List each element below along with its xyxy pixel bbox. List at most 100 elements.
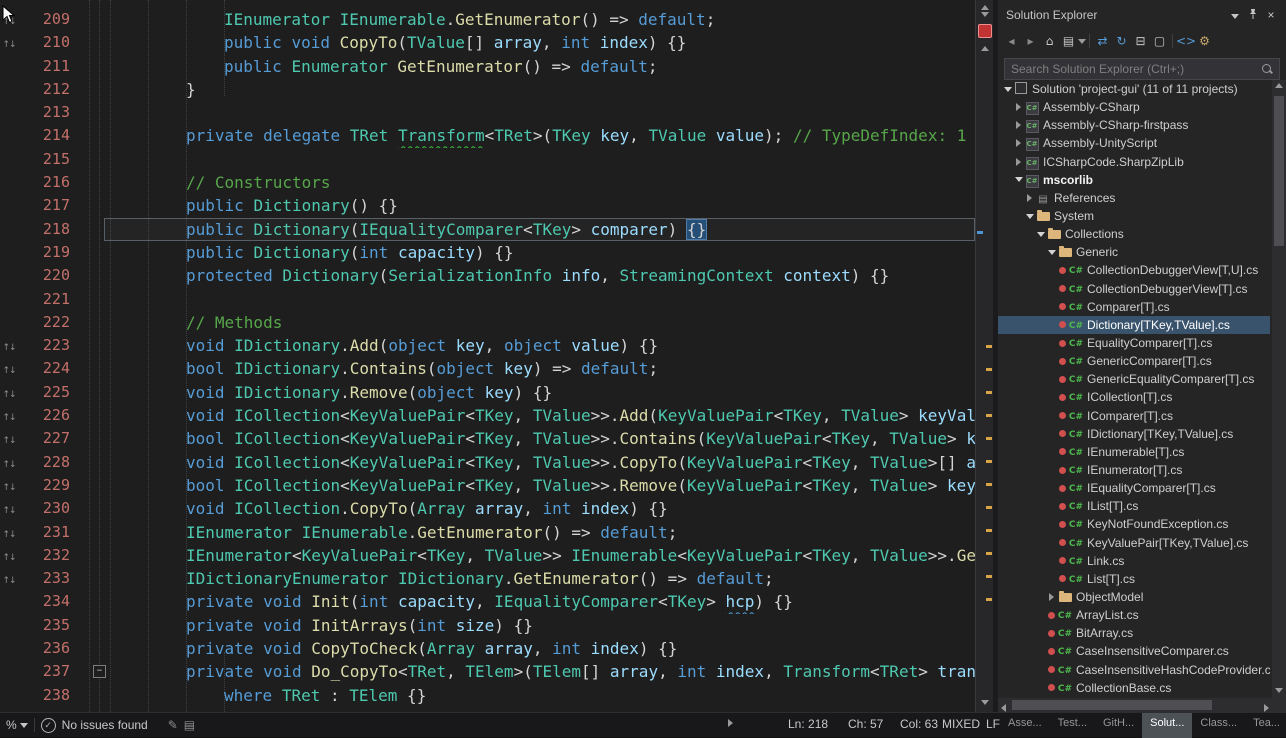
line-number[interactable]: 214 — [18, 124, 76, 147]
code-line-230[interactable]: ↑↓230void ICollection.CopyTo(Array array… — [0, 497, 975, 520]
chevron-expanded-icon[interactable] — [1026, 214, 1034, 219]
code-line-216[interactable]: 216// Constructors — [0, 171, 975, 194]
glyph-margin[interactable]: ↑↓ — [0, 427, 18, 450]
code-text[interactable]: private void CopyToCheck(Array array, in… — [104, 637, 975, 660]
line-number[interactable]: 221 — [18, 288, 76, 311]
code-line-211[interactable]: 211public Enumerator GetEnumerator() => … — [0, 55, 975, 78]
line-number[interactable]: 237 — [18, 660, 76, 683]
tree-item-objectmodel[interactable]: ObjectModel — [998, 588, 1270, 606]
code-line-214[interactable]: 214 private delegate TRet Transform<TRet>… — [0, 124, 975, 147]
tree-item-arraylist-cs[interactable]: C#ArrayList.cs — [998, 606, 1270, 624]
scrollbar-thumb[interactable] — [1012, 700, 1212, 710]
code-line-222[interactable]: 222 // Methods — [0, 311, 975, 334]
scrollbar-thumb[interactable] — [1274, 96, 1284, 246]
code-text[interactable]: private delegate TRet Transform<TRet>(TK… — [104, 124, 975, 147]
line-number[interactable]: 236 — [18, 637, 76, 660]
line-number[interactable]: 211 — [18, 55, 76, 78]
tree-item-icollection-t-cs[interactable]: C#ICollection[T].cs — [998, 388, 1270, 406]
outlining-margin[interactable] — [76, 241, 104, 264]
code-line-215[interactable]: 215 — [0, 148, 975, 171]
code-text[interactable]: IDictionaryEnumerator IDictionary.GetEnu… — [104, 567, 975, 590]
line-number[interactable]: 219 — [18, 241, 76, 264]
tree-item-generic[interactable]: Generic — [998, 243, 1270, 261]
tree-item-solution-project-gui-11-of-11-projects[interactable]: Solution 'project-gui' (11 of 11 project… — [998, 80, 1270, 98]
line-number[interactable]: 217 — [18, 194, 76, 217]
code-line-226[interactable]: ↑↓226void ICollection<KeyValuePair<TKey,… — [0, 404, 975, 427]
line-number[interactable]: 224 — [18, 357, 76, 380]
line-number[interactable]: 220 — [18, 264, 76, 287]
glyph-margin[interactable]: ↑↓ — [0, 404, 18, 427]
code-line-235[interactable]: 235private void InitArrays(int size) {} — [0, 614, 975, 637]
code-line-233[interactable]: ↑↓233IDictionaryEnumerator IDictionary.G… — [0, 567, 975, 590]
code-text[interactable]: protected Dictionary(SerializationInfo i… — [104, 264, 975, 287]
glyph-margin[interactable]: ↑↓ — [0, 334, 18, 357]
home-icon[interactable]: ⌂ — [1040, 31, 1059, 51]
glyph-margin[interactable] — [0, 55, 18, 78]
code-line-210[interactable]: ↑↓210public void CopyTo(TValue[] array, … — [0, 31, 975, 54]
code-text[interactable]: private void InitArrays(int size) {} — [104, 614, 975, 637]
issues-status[interactable]: No issues found — [62, 718, 148, 732]
outlining-margin[interactable] — [76, 148, 104, 171]
editor-vertical-scrollbar[interactable] — [975, 0, 993, 712]
chevron-expanded-icon[interactable] — [1037, 232, 1045, 237]
tab-class[interactable]: Class... — [1192, 713, 1245, 738]
line-number[interactable]: 234 — [18, 590, 76, 613]
tree-item-comparer-t-cs[interactable]: C#Comparer[T].cs — [998, 298, 1270, 316]
line-number[interactable]: 222 — [18, 311, 76, 334]
tree-item-ilist-t-cs[interactable]: C#IList[T].cs — [998, 497, 1270, 515]
glyph-margin[interactable] — [0, 101, 18, 124]
glyph-margin[interactable] — [0, 264, 18, 287]
tree-item-assembly-unityscript[interactable]: C#Assembly-UnityScript — [998, 134, 1270, 152]
tree-item-mscorlib[interactable]: C#mscorlib — [998, 171, 1270, 189]
scroll-right-arrow-icon[interactable] — [728, 717, 733, 732]
tree-item-assembly-csharp[interactable]: C#Assembly-CSharp — [998, 98, 1270, 116]
code-text[interactable]: } — [104, 78, 975, 101]
outlining-margin[interactable] — [76, 637, 104, 660]
tree-vertical-scrollbar[interactable] — [1272, 80, 1286, 698]
glyph-margin[interactable]: ↑↓ — [0, 31, 18, 54]
line-number[interactable]: 232 — [18, 544, 76, 567]
code-text[interactable] — [104, 148, 975, 171]
tree-item-genericcomparer-t-cs[interactable]: C#GenericComparer[T].cs — [998, 352, 1270, 370]
code-line-228[interactable]: ↑↓228void ICollection<KeyValuePair<TKey,… — [0, 451, 975, 474]
tab-gith[interactable]: GitH... — [1095, 713, 1142, 738]
tree-item-equalitycomparer-t-cs[interactable]: C#EqualityComparer[T].cs — [998, 334, 1270, 352]
outlining-margin[interactable] — [76, 567, 104, 590]
glyph-margin[interactable]: ↑↓ — [0, 357, 18, 380]
outlining-margin[interactable] — [76, 427, 104, 450]
code-text[interactable]: private void Do_CopyTo<TRet, TElem>(TEle… — [104, 660, 975, 683]
code-line-217[interactable]: 217public Dictionary() {} — [0, 194, 975, 217]
collapse-all-icon[interactable]: ⊟ — [1131, 31, 1150, 51]
code-text[interactable]: public Dictionary(IEqualityComparer<TKey… — [104, 218, 975, 241]
tree-horizontal-scrollbar[interactable] — [998, 698, 1272, 712]
glyph-margin[interactable]: ↑↓ — [0, 474, 18, 497]
tree-item-collectiondebuggerview-t-cs[interactable]: C#CollectionDebuggerView[T].cs — [998, 280, 1270, 298]
code-text[interactable]: // Constructors — [104, 171, 975, 194]
line-number[interactable]: 225 — [18, 381, 76, 404]
code-text[interactable]: public Dictionary(int capacity) {} — [104, 241, 975, 264]
search-icon[interactable] — [1261, 63, 1273, 75]
code-text[interactable]: // Methods — [104, 311, 975, 334]
show-all-files-icon[interactable]: ▢ — [1150, 31, 1169, 51]
line-number[interactable]: 209 — [18, 8, 76, 31]
glyph-margin[interactable]: ↑↓ — [0, 497, 18, 520]
tab-asse[interactable]: Asse... — [1000, 713, 1050, 738]
code-text[interactable]: bool ICollection<KeyValuePair<TKey, TVal… — [104, 474, 975, 497]
code-line-221[interactable]: 221 — [0, 288, 975, 311]
outlining-margin[interactable] — [76, 497, 104, 520]
navigate-back-icon[interactable]: ◂ — [1002, 31, 1021, 51]
tree-item-bitarray-cs[interactable]: C#BitArray.cs — [998, 624, 1270, 642]
sync-with-active-document-icon[interactable]: ⇄ — [1093, 31, 1112, 51]
tree-item-ienumerable-t-cs[interactable]: C#IEnumerable[T].cs — [998, 443, 1270, 461]
glyph-margin[interactable] — [0, 78, 18, 101]
switch-views-icon[interactable]: ▤ — [1059, 31, 1078, 51]
code-line-237[interactable]: 237 private void Do_CopyTo<TRet, TElem>(T… — [0, 660, 975, 683]
code-text[interactable]: void ICollection<KeyValuePair<TKey, TVal… — [104, 404, 975, 427]
outlining-margin[interactable] — [76, 544, 104, 567]
code-line-213[interactable]: 213 — [0, 101, 975, 124]
zoom-control[interactable]: % — [6, 718, 28, 732]
code-text[interactable]: void IDictionary.Add(object key, object … — [104, 334, 975, 357]
tree-item-link-cs[interactable]: C#Link.cs — [998, 552, 1270, 570]
code-editor[interactable]: ↑↓209IEnumerator IEnumerable.GetEnumerat… — [0, 0, 975, 712]
outlining-margin[interactable] — [76, 684, 104, 707]
